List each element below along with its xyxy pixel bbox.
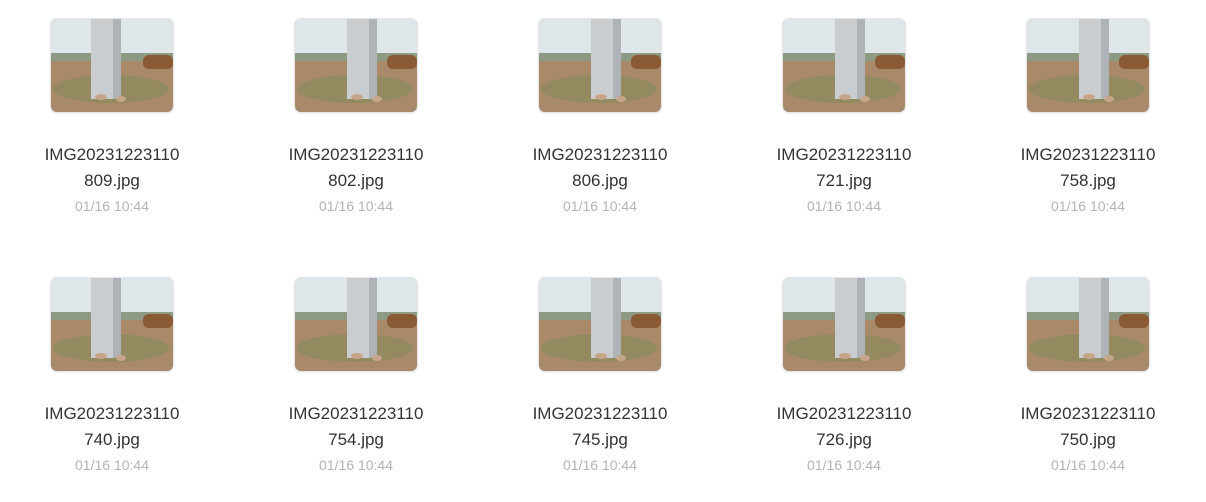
photo-thumbnail[interactable] [295,19,417,112]
file-tile[interactable]: IMG20231223110 806.jpg 01/16 10:44 [500,19,700,216]
file-name-line2: 754.jpg [328,430,384,449]
file-date: 01/16 10:44 [807,198,881,214]
file-name[interactable]: IMG20231223110 754.jpg [281,401,431,453]
file-name-line1: IMG20231223110 [44,145,180,164]
file-tile[interactable]: IMG20231223110 754.jpg 01/16 10:44 [256,278,456,475]
file-grid: IMG20231223110 809.jpg 01/16 10:44 IMG2023… [0,0,1206,502]
photo-thumbnail[interactable] [539,278,661,371]
file-name[interactable]: IMG20231223110 809.jpg [37,142,187,194]
file-date: 01/16 10:44 [807,457,881,473]
file-date: 01/16 10:44 [1051,457,1125,473]
file-name-line2: 726.jpg [816,430,872,449]
file-tile[interactable]: IMG20231223110 745.jpg 01/16 10:44 [500,278,700,475]
file-name-line1: IMG20231223110 [1020,404,1156,423]
photo-thumbnail[interactable] [783,278,905,371]
file-name[interactable]: IMG20231223110 802.jpg [281,142,431,194]
file-name-line1: IMG20231223110 [532,404,668,423]
photo-thumbnail[interactable] [51,19,173,112]
file-name[interactable]: IMG20231223110 745.jpg [525,401,675,453]
file-name-line2: 740.jpg [84,430,140,449]
file-date: 01/16 10:44 [319,198,393,214]
file-name-line2: 758.jpg [1060,171,1116,190]
photo-thumbnail[interactable] [1027,278,1149,371]
photo-thumbnail[interactable] [783,19,905,112]
file-name-line2: 809.jpg [84,171,140,190]
file-date: 01/16 10:44 [319,457,393,473]
file-name-line1: IMG20231223110 [776,404,912,423]
photo-thumbnail[interactable] [1027,19,1149,112]
file-name[interactable]: IMG20231223110 726.jpg [769,401,919,453]
photo-thumbnail[interactable] [539,19,661,112]
file-tile[interactable]: IMG20231223110 740.jpg 01/16 10:44 [12,278,212,475]
photo-thumbnail[interactable] [51,278,173,371]
file-name-line1: IMG20231223110 [532,145,668,164]
file-tile[interactable]: IMG20231223110 758.jpg 01/16 10:44 [988,19,1188,216]
file-name-line1: IMG20231223110 [1020,145,1156,164]
file-date: 01/16 10:44 [1051,198,1125,214]
file-date: 01/16 10:44 [563,198,637,214]
file-date: 01/16 10:44 [563,457,637,473]
file-tile[interactable]: IMG20231223110 721.jpg 01/16 10:44 [744,19,944,216]
file-tile[interactable]: IMG20231223110 750.jpg 01/16 10:44 [988,278,1188,475]
file-name[interactable]: IMG20231223110 750.jpg [1013,401,1163,453]
file-name-line2: 745.jpg [572,430,628,449]
file-name-line2: 721.jpg [816,171,872,190]
file-name-line2: 806.jpg [572,171,628,190]
file-tile[interactable]: IMG20231223110 809.jpg 01/16 10:44 [12,19,212,216]
file-name-line1: IMG20231223110 [288,145,424,164]
file-name-line1: IMG20231223110 [44,404,180,423]
file-name-line1: IMG20231223110 [776,145,912,164]
file-name[interactable]: IMG20231223110 721.jpg [769,142,919,194]
file-name[interactable]: IMG20231223110 758.jpg [1013,142,1163,194]
file-name[interactable]: IMG20231223110 740.jpg [37,401,187,453]
file-name-line1: IMG20231223110 [288,404,424,423]
file-date: 01/16 10:44 [75,457,149,473]
photo-thumbnail[interactable] [295,278,417,371]
file-date: 01/16 10:44 [75,198,149,214]
file-name-line2: 750.jpg [1060,430,1116,449]
file-tile[interactable]: IMG20231223110 802.jpg 01/16 10:44 [256,19,456,216]
file-name[interactable]: IMG20231223110 806.jpg [525,142,675,194]
file-name-line2: 802.jpg [328,171,384,190]
file-tile[interactable]: IMG20231223110 726.jpg 01/16 10:44 [744,278,944,475]
